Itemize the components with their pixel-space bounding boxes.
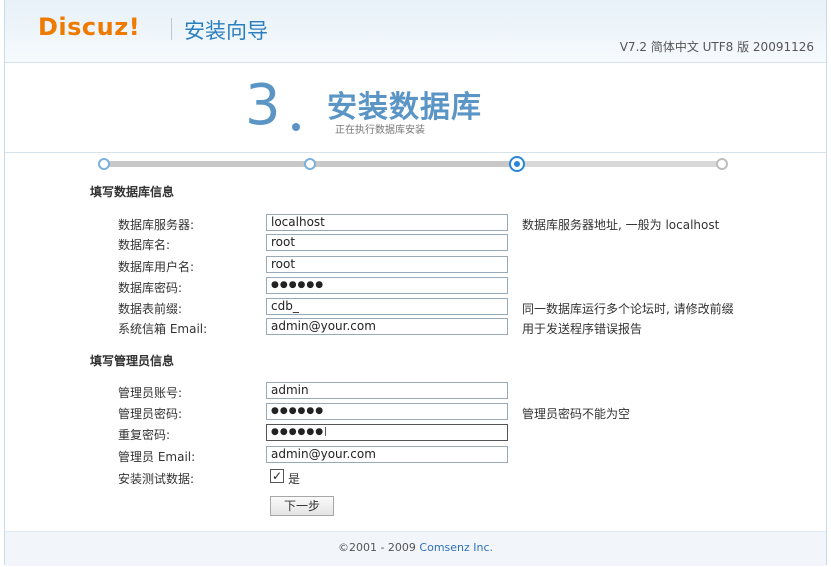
db-section-title: 填写数据库信息	[90, 185, 175, 199]
step-subtitle: 正在执行数据库安装	[335, 125, 425, 136]
db-name-row: 数据库名: root	[5, 234, 826, 252]
field-label: 数据库服务器:	[118, 218, 195, 232]
next-step-button[interactable]: 下一步	[270, 496, 334, 516]
field-label: 重复密码:	[118, 428, 171, 442]
test-data-row: 安装测试数据: ✓ 是	[5, 468, 826, 486]
field-label: 管理员 Email:	[118, 450, 196, 464]
admin-user-row: 管理员账号: admin	[5, 382, 826, 400]
field-label: 数据库密码:	[118, 281, 183, 295]
system-email-row: 系统信箱 Email: admin@your.com 用于发送程序错误报告	[5, 318, 826, 336]
db-name-input[interactable]: root	[266, 234, 508, 251]
admin-password-row: 管理员密码: ●●●●●● 管理员密码不能为空	[5, 403, 826, 421]
db-host-input[interactable]: localhost	[266, 214, 508, 231]
admin-email-row: 管理员 Email: admin@your.com	[5, 446, 826, 464]
test-data-checkbox-label: 是	[288, 472, 301, 486]
header-divider	[171, 18, 172, 40]
field-label: 数据表前缀:	[118, 302, 183, 316]
progress-fill	[109, 161, 523, 167]
field-label: 安装测试数据:	[118, 472, 195, 486]
field-label: 数据库用户名:	[118, 260, 195, 274]
step-number-dot	[292, 123, 300, 131]
db-user-row: 数据库用户名: root	[5, 256, 826, 274]
step-title: 安装数据库	[327, 90, 482, 125]
progress-step-3-current	[509, 156, 525, 172]
db-user-input[interactable]: root	[266, 256, 508, 273]
repeat-password-row: 重复密码: ●●●●●●|	[5, 424, 826, 442]
wizard-title: 安装向导	[184, 19, 268, 43]
db-password-input[interactable]: ●●●●●●	[266, 277, 508, 294]
copyright-text: ©2001 - 2009	[337, 541, 420, 554]
progress-step-2	[304, 158, 316, 170]
field-hint: 同一数据库运行多个论坛时, 请修改前缀	[522, 302, 734, 316]
db-prefix-input[interactable]: cdb_	[266, 298, 508, 315]
field-label: 系统信箱 Email:	[118, 322, 208, 336]
admin-user-input[interactable]: admin	[266, 382, 508, 399]
field-hint: 数据库服务器地址, 一般为 localhost	[522, 218, 720, 232]
field-label: 数据库名:	[118, 238, 171, 252]
admin-password-input[interactable]: ●●●●●●	[266, 403, 508, 420]
db-prefix-row: 数据表前缀: cdb_ 同一数据库运行多个论坛时, 请修改前缀	[5, 298, 826, 316]
discuz-logo: Discuz!	[38, 13, 141, 41]
admin-section-title: 填写管理员信息	[90, 354, 175, 368]
field-label: 管理员密码:	[118, 407, 183, 421]
version-label: V7.2 简体中文 UTF8 版 20091126	[619, 40, 814, 54]
comsenz-link[interactable]: Comsenz Inc.	[419, 541, 493, 554]
divider	[5, 152, 826, 153]
system-email-input[interactable]: admin@your.com	[266, 318, 508, 335]
installer-window: Discuz! 安装向导 V7.2 简体中文 UTF8 版 20091126 3…	[4, 0, 827, 566]
header-bar: Discuz! 安装向导 V7.2 简体中文 UTF8 版 20091126	[5, 0, 826, 63]
repeat-password-input[interactable]: ●●●●●●|	[266, 424, 508, 441]
field-hint: 管理员密码不能为空	[522, 407, 631, 421]
admin-email-input[interactable]: admin@your.com	[266, 446, 508, 463]
progress-step-4	[716, 158, 728, 170]
db-host-row: 数据库服务器: localhost 数据库服务器地址, 一般为 localhos…	[5, 214, 826, 232]
field-label: 管理员账号:	[118, 386, 183, 400]
test-data-checkbox[interactable]: ✓	[270, 469, 284, 483]
field-hint: 用于发送程序错误报告	[522, 322, 643, 336]
progress-step-1	[98, 158, 110, 170]
step-number: 3	[245, 73, 281, 138]
footer: ©2001 - 2009 Comsenz Inc.	[5, 541, 826, 554]
db-password-row: 数据库密码: ●●●●●●	[5, 277, 826, 295]
